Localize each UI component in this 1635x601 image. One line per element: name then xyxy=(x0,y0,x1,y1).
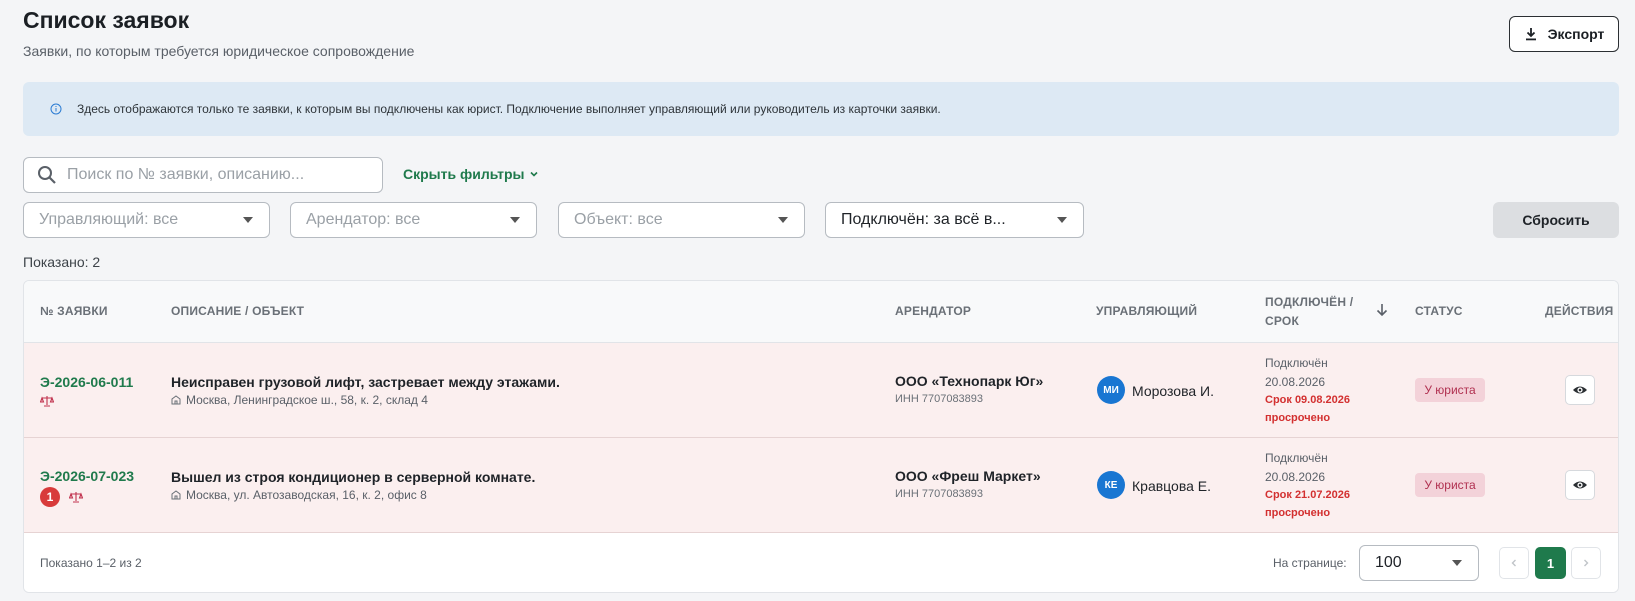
column-header-manager[interactable]: Управляющий xyxy=(1096,302,1197,321)
chevron-left-icon xyxy=(1511,559,1516,567)
avatar: МИ xyxy=(1097,376,1125,404)
next-page-button[interactable] xyxy=(1571,547,1601,579)
deadline-date: Срок 21.07.2026 xyxy=(1265,489,1350,501)
column-header-tenant[interactable]: Арендатор xyxy=(895,302,971,321)
caret-down-icon xyxy=(510,217,520,223)
status-badge: У юриста xyxy=(1415,473,1485,497)
column-header-connected-line1: Подключён / xyxy=(1265,295,1354,309)
requests-table: № заявки Описание / объект Арендатор Упр… xyxy=(23,280,1619,593)
overdue-label: просрочено xyxy=(1265,507,1331,519)
manager-filter-value: Управляющий: все xyxy=(39,211,179,228)
export-button-label: Экспорт xyxy=(1547,26,1605,42)
per-page-label: На странице: xyxy=(1273,556,1347,570)
chevron-right-icon xyxy=(1584,559,1589,567)
per-page-value: 100 xyxy=(1375,554,1402,571)
overdue-label: просрочено xyxy=(1265,412,1331,424)
avatar: КЕ xyxy=(1097,471,1125,499)
object-filter-value: Объект: все xyxy=(574,211,663,228)
caret-down-icon xyxy=(1452,560,1462,566)
row-indicators xyxy=(40,395,54,407)
table-header: № заявки Описание / объект Арендатор Упр… xyxy=(24,281,1618,343)
connected-date: 20.08.2026 xyxy=(1265,375,1326,389)
table-row[interactable]: Э-2026-06-011 Неисправен грузовой лифт, … xyxy=(24,343,1618,438)
connected-period-value: Подключён: за всё в... xyxy=(841,211,1006,228)
tenant-inn: ИНН 7707083893 xyxy=(895,488,984,500)
column-header-actions: Действия xyxy=(1545,304,1614,318)
per-page-select[interactable]: 100 xyxy=(1359,545,1479,581)
caret-down-icon xyxy=(243,217,253,223)
object-filter-select[interactable]: Объект: все xyxy=(558,202,805,238)
pagination-range: Показано 1–2 из 2 xyxy=(40,556,142,570)
tenant-filter-select[interactable]: Арендатор: все xyxy=(290,202,537,238)
column-header-connected-line2: срок xyxy=(1265,314,1299,328)
connected-period-select[interactable]: Подключён: за всё в... xyxy=(825,202,1084,238)
table-footer: Показано 1–2 из 2 На странице: 100 1 xyxy=(24,533,1618,592)
tenant-inn: ИНН 7707083893 xyxy=(895,393,984,405)
scales-icon xyxy=(40,396,54,407)
manager-filter-select[interactable]: Управляющий: все xyxy=(23,202,270,238)
export-button[interactable]: Экспорт xyxy=(1509,16,1619,52)
download-icon xyxy=(1525,28,1536,41)
building-icon xyxy=(171,490,181,500)
tenant-name: ООО «Фреш Маркет» xyxy=(895,468,1041,484)
page-title: Список заявок xyxy=(23,7,190,33)
search-input[interactable] xyxy=(67,166,367,184)
request-address: Москва, Ленинградское ш., 58, к. 2, скла… xyxy=(171,393,428,407)
notification-count-badge: 1 xyxy=(40,487,60,507)
caret-down-icon xyxy=(778,217,788,223)
deadline-date: Срок 09.08.2026 xyxy=(1265,394,1350,406)
tenant-name: ООО «Технопарк Юг» xyxy=(895,373,1044,389)
view-button[interactable] xyxy=(1565,375,1595,405)
info-banner-text: Здесь отображаются только те заявки, к к… xyxy=(77,102,941,116)
request-description: Неисправен грузовой лифт, застревает меж… xyxy=(171,374,560,390)
info-icon xyxy=(50,103,62,115)
connected-label: Подключён xyxy=(1265,451,1328,465)
request-number-link[interactable]: Э-2026-07-023 xyxy=(40,468,134,484)
request-number-link[interactable]: Э-2026-06-011 xyxy=(40,374,133,390)
caret-down-icon xyxy=(1057,217,1067,223)
request-address-text: Москва, ул. Автозаводская, 16, к. 2, офи… xyxy=(186,488,427,502)
view-button[interactable] xyxy=(1565,470,1595,500)
connected-label: Подключён xyxy=(1265,356,1328,370)
eye-icon xyxy=(1573,386,1587,394)
page-subtitle: Заявки, по которым требуется юридическое… xyxy=(23,43,415,59)
request-address: Москва, ул. Автозаводская, 16, к. 2, офи… xyxy=(171,488,427,502)
reset-button[interactable]: Сбросить xyxy=(1493,202,1619,238)
info-banner: Здесь отображаются только те заявки, к к… xyxy=(23,82,1619,136)
hide-filters-label: Скрыть фильтры xyxy=(403,166,525,182)
status-badge: У юриста xyxy=(1415,378,1485,402)
hide-filters-toggle[interactable]: Скрыть фильтры xyxy=(403,166,539,182)
manager-name: Кравцова Е. xyxy=(1132,478,1211,494)
column-header-number[interactable]: № заявки xyxy=(40,302,108,321)
building-icon xyxy=(171,395,181,405)
search-box xyxy=(23,157,383,193)
eye-icon xyxy=(1573,481,1587,489)
page-number-button[interactable]: 1 xyxy=(1535,547,1566,579)
column-header-status[interactable]: Статус xyxy=(1415,302,1463,321)
request-address-text: Москва, Ленинградское ш., 58, к. 2, скла… xyxy=(186,393,428,407)
sort-arrow-down-icon[interactable] xyxy=(1375,303,1389,317)
column-header-connected[interactable]: Подключён / срок xyxy=(1265,293,1353,331)
table-row[interactable]: Э-2026-07-023 1 Вышел из строя кондицион… xyxy=(24,438,1618,533)
scales-icon xyxy=(69,492,83,503)
connected-date: 20.08.2026 xyxy=(1265,470,1326,484)
column-header-description[interactable]: Описание / объект xyxy=(171,302,304,321)
shown-count: Показано: 2 xyxy=(23,254,101,270)
search-icon xyxy=(38,166,56,184)
tenant-filter-value: Арендатор: все xyxy=(306,211,421,228)
prev-page-button[interactable] xyxy=(1499,547,1529,579)
chevron-down-icon xyxy=(530,171,539,177)
request-description: Вышел из строя кондиционер в серверной к… xyxy=(171,469,536,485)
row-indicators: 1 xyxy=(40,487,83,507)
manager-name: Морозова И. xyxy=(1132,383,1214,399)
